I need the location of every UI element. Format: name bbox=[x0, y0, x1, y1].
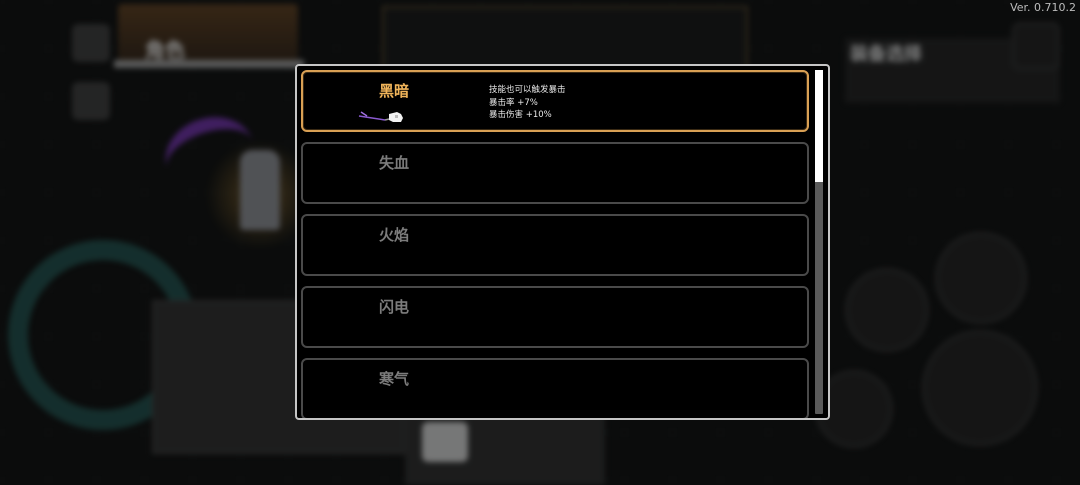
item-name: 火焰 bbox=[379, 226, 410, 244]
item-name: 失血 bbox=[379, 154, 410, 172]
element-select-dialog: 黑暗 技能也可以触发暴击 暴击率 +7% 暴击伤害 +10% 失血 火焰 闪电 bbox=[295, 64, 830, 420]
item-name: 寒气 bbox=[379, 370, 410, 388]
description-line: 技能也可以触发暴击 bbox=[489, 85, 566, 95]
scrollbar-thumb[interactable] bbox=[815, 70, 823, 182]
menu-button[interactable] bbox=[72, 24, 110, 62]
equipment-panel-title: 装备选择 bbox=[850, 44, 922, 65]
description-line: 暴击率 +7% bbox=[489, 97, 538, 108]
character-title: 角色 bbox=[145, 38, 185, 62]
map-button[interactable] bbox=[72, 82, 110, 120]
hero-sprite bbox=[240, 150, 280, 230]
attack-button[interactable] bbox=[922, 330, 1038, 446]
list-item-dark[interactable]: 黑暗 技能也可以触发暴击 暴击率 +7% 暴击伤害 +10% bbox=[301, 70, 809, 132]
list-item-fire[interactable]: 火焰 bbox=[301, 214, 809, 276]
settings-button[interactable] bbox=[1012, 22, 1060, 70]
list-item-bleed[interactable]: 失血 bbox=[301, 142, 809, 204]
item-name: 闪电 bbox=[379, 298, 410, 316]
list-item-frost[interactable]: 寒气 bbox=[301, 358, 809, 418]
dark-scythe-icon bbox=[358, 111, 403, 122]
skill-button[interactable] bbox=[935, 232, 1027, 324]
item-name: 黑暗 bbox=[379, 82, 410, 100]
list-item-lightning[interactable]: 闪电 bbox=[301, 286, 809, 348]
dash-button[interactable] bbox=[845, 268, 929, 352]
health-bar bbox=[114, 60, 304, 68]
description-line: 暴击伤害 +10% bbox=[489, 110, 552, 120]
lock-icon bbox=[422, 422, 468, 462]
scrollbar[interactable] bbox=[815, 70, 823, 414]
version-label: Ver. 0.710.2 bbox=[1010, 1, 1076, 14]
item-description: 技能也可以触发暴击 暴击率 +7% 暴击伤害 +10% bbox=[489, 84, 566, 122]
